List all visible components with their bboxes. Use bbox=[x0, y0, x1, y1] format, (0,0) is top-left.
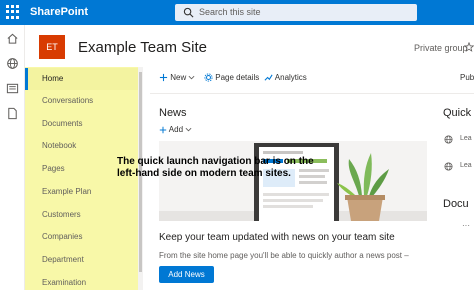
nav-item-department[interactable]: Department bbox=[25, 249, 138, 271]
new-label: New bbox=[170, 73, 187, 82]
globe-icon[interactable] bbox=[6, 57, 19, 70]
nav-item-examination[interactable]: Examination bbox=[25, 272, 138, 290]
chevron-down-icon bbox=[189, 76, 195, 80]
quick-links-title: Quick bbox=[443, 107, 472, 119]
document-icon[interactable] bbox=[6, 107, 19, 120]
plus-icon bbox=[159, 74, 168, 82]
nav-item-documents[interactable]: Documents bbox=[25, 113, 138, 135]
privacy-label: Private group bbox=[414, 43, 468, 53]
documents-more-button[interactable]: ··· bbox=[462, 221, 470, 230]
publish-label: Publ bbox=[460, 73, 474, 82]
annotation-line-1: The quick launch navigation bar is on th… bbox=[117, 156, 314, 167]
news-description: From the site home page you'll be able t… bbox=[159, 251, 409, 260]
annotation-line-2: left-hand side on modern team sites. bbox=[117, 168, 291, 179]
globe-icon bbox=[444, 135, 453, 144]
analytics-button[interactable]: Analytics bbox=[264, 72, 307, 84]
documents-title: Docu bbox=[443, 198, 469, 210]
nav-item-notebook[interactable]: Notebook bbox=[25, 135, 138, 157]
search-placeholder: Search this site bbox=[199, 7, 261, 17]
news-section-title[interactable]: News bbox=[159, 107, 187, 119]
nav-item-companies[interactable]: Companies bbox=[25, 226, 138, 248]
chevron-down-icon bbox=[185, 128, 192, 132]
gear-icon bbox=[204, 73, 213, 82]
app-rail bbox=[0, 25, 25, 290]
add-news-button[interactable]: Add News bbox=[159, 266, 214, 283]
news-add-button[interactable]: Add bbox=[159, 125, 192, 134]
site-title[interactable]: Example Team Site bbox=[78, 39, 207, 56]
news-headline[interactable]: Keep your team updated with news on your… bbox=[159, 232, 395, 243]
publish-button[interactable]: Publ bbox=[460, 72, 474, 84]
command-bar-divider bbox=[150, 93, 474, 94]
plus-icon bbox=[159, 126, 167, 134]
quick-link-label: Lea bbox=[460, 162, 472, 169]
app-name[interactable]: SharePoint bbox=[30, 6, 88, 18]
laptop-plant-illustration bbox=[159, 141, 427, 221]
search-icon bbox=[183, 7, 194, 18]
home-icon[interactable] bbox=[6, 32, 19, 45]
new-button[interactable]: New bbox=[159, 72, 195, 84]
page-details-label: Page details bbox=[215, 73, 260, 82]
app-launcher-icon[interactable] bbox=[6, 5, 20, 19]
follow-star-icon[interactable] bbox=[464, 42, 474, 52]
search-box[interactable]: Search this site bbox=[175, 4, 417, 21]
suite-bar: SharePoint Search this site bbox=[0, 0, 474, 25]
page-details-button[interactable]: Page details bbox=[204, 72, 259, 84]
nav-item-example-plan[interactable]: Example Plan bbox=[25, 181, 138, 203]
nav-item-home[interactable]: Home bbox=[25, 68, 138, 90]
nav-item-conversations[interactable]: Conversations bbox=[25, 90, 138, 112]
analytics-label: Analytics bbox=[274, 73, 307, 82]
globe-icon bbox=[444, 162, 453, 171]
analytics-icon bbox=[264, 74, 273, 81]
news-add-label: Add bbox=[168, 125, 184, 134]
news-feed-icon[interactable] bbox=[6, 82, 19, 95]
quick-link-label: Lea bbox=[460, 135, 472, 142]
annotation-caption: The quick launch navigation bar is on th… bbox=[117, 156, 327, 180]
nav-item-customers[interactable]: Customers bbox=[25, 204, 138, 226]
site-logo[interactable]: ET bbox=[39, 35, 65, 59]
news-illustration[interactable] bbox=[159, 141, 427, 221]
